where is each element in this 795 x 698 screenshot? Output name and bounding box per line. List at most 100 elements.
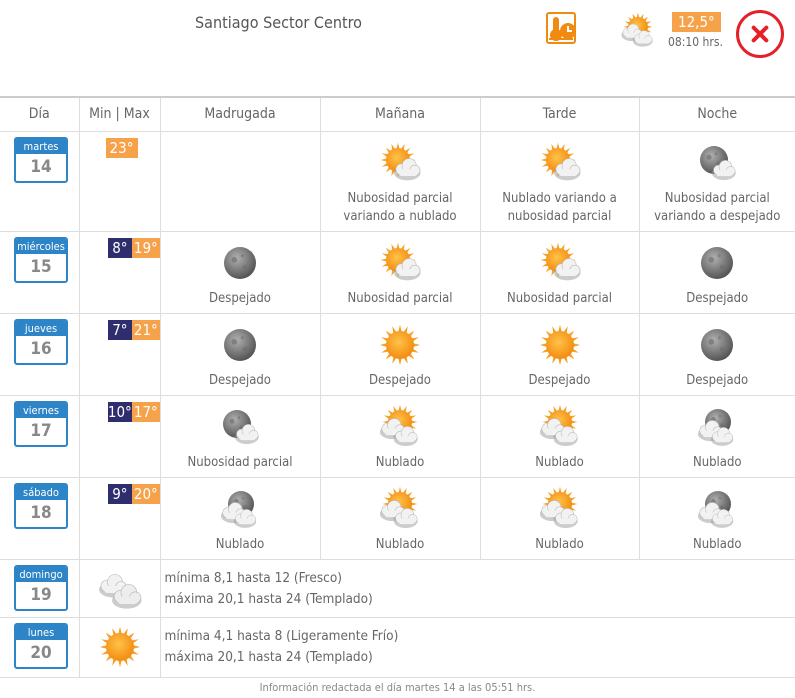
col-header-manana: Mañana [319,96,480,132]
condition-text: Nublado [375,454,425,470]
col-header-madrugada: Madrugada [159,96,320,132]
col-header-minmax: Min | Max [78,96,160,132]
sun-clouds-icon [539,486,578,528]
moon-clouds-icon [698,408,734,446]
period-cell: Despejado [638,231,795,314]
table-header-row: Día Min | Max Madrugada Mañana Tarde Noc… [0,96,795,132]
weekday-label: jueves [16,320,66,336]
condition-text: Despejado [686,290,749,306]
period-cell: Nubosidad parcial variando a despejado [638,131,795,232]
period-cell: Nublado [319,477,480,560]
forecast-row: miércoles 15 8° 19° Despejado Nubosidad p… [0,231,795,314]
day-number: 18 [30,502,52,523]
sun-clouds-icon [379,486,418,528]
min-temp-badge: 8° [107,237,133,258]
period-cell: Nublado [159,477,320,560]
condition-text: Despejado [528,372,591,388]
weekday-label: domingo [16,566,66,582]
day-number: 16 [30,338,52,359]
forecast-table: Día Min | Max Madrugada Mañana Tarde Noc… [0,96,795,678]
day-number: 14 [30,156,52,177]
date-badge: miércoles 15 [14,236,68,283]
day-cell: domingo 19 [0,559,79,618]
weekday-label: martes [16,138,66,154]
weekday-label: sábado [16,484,66,500]
moon-cloud-icon [223,409,259,444]
current-time: 08:10 hrs. [668,35,723,49]
weekday-label: lunes [16,624,66,640]
period-cell: Nublado variando a nubosidad parcial [479,131,639,232]
extended-forecast-row: domingo 19 mínima 8,1 hasta 12 (Fresco) … [0,559,795,618]
condition-text: Nublado [535,454,584,470]
period-cell: Nublado [638,477,795,560]
date-badge: martes 14 [14,136,68,183]
day-cell: miércoles 15 [0,231,79,314]
forecast-row: sábado 18 9° 20° Nublado Nublado Nublado… [0,477,795,560]
condition-text: Nublado [375,536,425,552]
extended-forecast-row: lunes 20 mínima 4,1 hasta 8 (Ligeramente… [0,617,795,678]
page-title: Santiago Sector Centro [195,13,362,32]
day-number: 15 [30,256,52,277]
period-cell: Nublado [479,477,639,560]
condition-text: Nubosidad parcial [506,290,613,306]
minmax-cell: 9° 20° [78,477,160,560]
max-temp-badge: 19° [132,237,160,258]
current-temperature: 12,5° [672,12,721,32]
weekday-label: miércoles [16,238,66,254]
condition-text: Nublado [692,454,742,470]
condition-text: Nublado [535,536,584,552]
sun-icon [539,324,580,365]
clouds-icon [98,573,141,609]
minmax-cell: 10° 17° [78,395,160,478]
period-cell: Nubosidad parcial [319,231,480,314]
condition-text: Nublado [692,536,742,552]
sun-cloud-icon [540,242,581,280]
extended-text-cell: mínima 4,1 hasta 8 (Ligeramente Frío) má… [159,617,795,678]
min-temp-badge: 7° [107,319,133,340]
max-temp-badge: 23° [105,137,138,158]
forecast-row: viernes 17 10° 17° Nubosidad parcial Nub… [0,395,795,478]
forecast-row: martes 14 23° Nubosidad parcial variando… [0,131,795,232]
minmax-cell: 8° 19° [78,231,160,314]
date-badge: viernes 17 [14,400,68,447]
date-badge: jueves 16 [14,318,68,365]
max-temp-badge: 21° [132,319,160,340]
current-weather-icon [621,12,653,47]
moon-icon [224,246,256,279]
period-cell: Despejado [159,313,320,396]
day-cell: lunes 20 [0,617,79,678]
footer-note: Información redactada el día martes 14 a… [259,680,536,694]
sun-icon [99,626,140,667]
min-range-text: mínima 4,1 hasta 8 (Ligeramente Frío) [164,627,399,644]
period-cell: Despejado [319,313,480,396]
forecast-row: jueves 16 7° 21° Despejado Despejado Desp… [0,313,795,396]
moon-clouds-icon [698,490,734,528]
condition-text: Nublado variando a nubosidad parcial [502,190,617,224]
period-cell: Despejado [159,231,320,314]
col-header-day: Día [0,96,79,132]
moon-cloud-icon [700,145,736,180]
period-cell: Nubosidad parcial [159,395,320,478]
min-temp-badge: 10° [107,401,133,422]
day-cell: viernes 17 [0,395,79,478]
max-range-text: máxima 20,1 hasta 24 (Templado) [164,590,373,607]
period-cell [159,131,320,232]
condition-text: Despejado [209,372,271,388]
condition-text: Nublado [215,536,265,552]
condition-text: Nubosidad parcial [187,454,293,470]
thermometer-clock-icon[interactable] [546,12,576,44]
condition-text: Nubosidad parcial variando a nublado [343,190,457,224]
sun-icon [379,324,421,365]
condition-text: Despejado [209,290,271,306]
sun-cloud-icon [380,142,421,180]
sun-clouds-icon [539,404,578,446]
icon-cell [78,617,160,678]
period-cell: Despejado [479,313,639,396]
minmax-cell: 7° 21° [78,313,160,396]
close-button[interactable] [736,10,784,58]
day-number: 19 [30,584,52,605]
period-cell: Despejado [638,313,795,396]
period-cell: Nublado [319,395,480,478]
day-number: 17 [30,420,52,441]
day-number: 20 [30,642,52,663]
